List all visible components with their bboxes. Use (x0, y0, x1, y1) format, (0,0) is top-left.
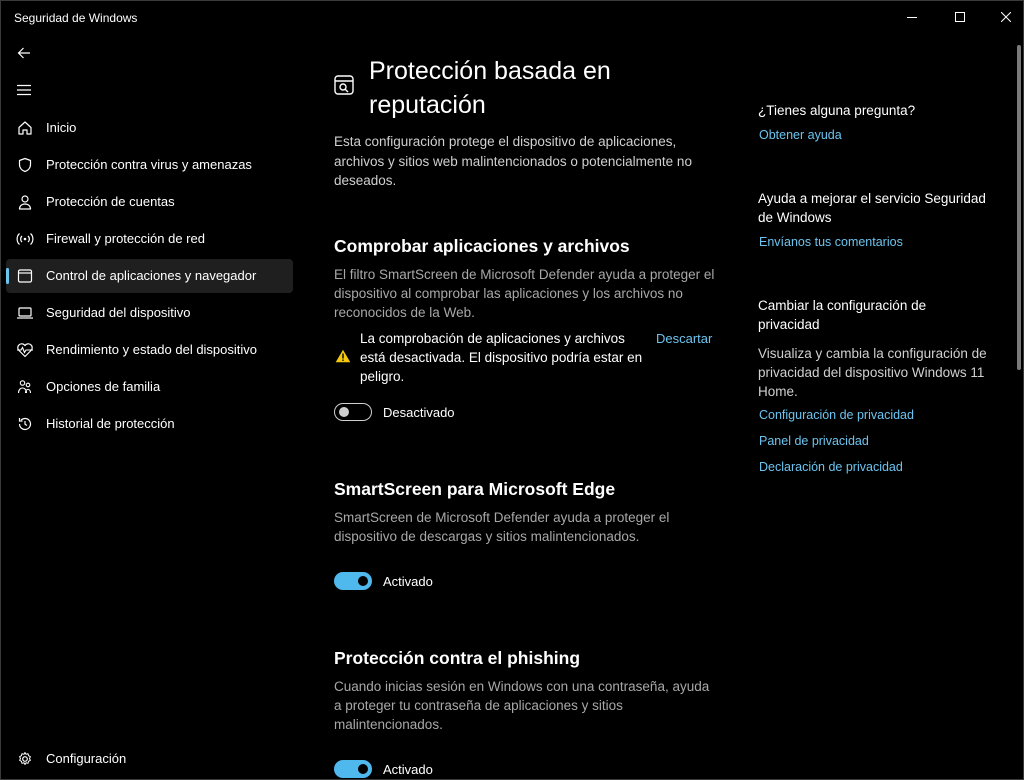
family-icon (16, 378, 34, 396)
heart-pulse-icon (16, 341, 34, 359)
selection-indicator (6, 268, 9, 284)
close-icon (1001, 12, 1011, 22)
page-intro: Esta configuración protege el dispositiv… (334, 134, 692, 188)
minimize-icon (907, 17, 917, 18)
sidebar-item-label: Rendimiento y estado del dispositivo (46, 342, 258, 357)
reputation-protection-icon (332, 73, 356, 97)
toggle-knob (339, 407, 349, 417)
warning-icon (335, 349, 351, 363)
person-icon (16, 193, 34, 211)
privacy-statement-link[interactable]: Declaración de privacidad (759, 460, 903, 474)
toggle-knob (358, 764, 368, 774)
sidebar-item-device-security[interactable]: Seguridad del dispositivo (6, 296, 293, 330)
maximize-icon (955, 12, 965, 22)
window-title: Seguridad de Windows (14, 11, 138, 25)
home-icon (16, 119, 34, 137)
toggle-state-label: Activado (383, 762, 433, 777)
app-file-check-toggle[interactable] (334, 403, 372, 421)
sidebar-item-label: Inicio (46, 120, 77, 135)
privacy-heading: Cambiar la configuración de privacidad (758, 298, 927, 332)
settings-label: Configuración (46, 751, 127, 766)
vertical-scrollbar[interactable] (1017, 45, 1021, 370)
back-arrow-icon (17, 47, 30, 59)
question-heading: ¿Tienes alguna pregunta? (758, 103, 916, 118)
close-button[interactable] (983, 1, 1023, 33)
sidebar-item-label: Historial de protección (46, 416, 175, 431)
sidebar-item-firewall[interactable]: Firewall y protección de red (6, 222, 293, 256)
app-window: Seguridad de Windows Inicio Protección c… (0, 0, 1024, 780)
toggle-knob (358, 576, 368, 586)
sidebar-item-account-protection[interactable]: Protección de cuentas (6, 185, 293, 219)
maximize-control[interactable] (937, 1, 983, 33)
section-title-app-file-check: Comprobar aplicaciones y archivos (334, 236, 630, 256)
sidebar-item-family-options[interactable]: Opciones de familia (6, 370, 293, 404)
sidebar-item-device-performance[interactable]: Rendimiento y estado del dispositivo (6, 333, 293, 367)
title-bar: Seguridad de Windows (1, 1, 1023, 33)
sidebar-item-label: Seguridad del dispositivo (46, 305, 191, 320)
phishing-protection-toggle[interactable] (334, 760, 372, 778)
sidebar-item-virus-protection[interactable]: Protección contra virus y amenazas (6, 148, 293, 182)
send-feedback-link[interactable]: Envíanos tus comentarios (759, 235, 903, 249)
section-description: El filtro SmartScreen de Microsoft Defen… (334, 267, 715, 320)
sidebar-item-label: Opciones de familia (46, 379, 161, 394)
app-browser-icon (16, 267, 34, 285)
page-title: Protección basada en reputación (369, 57, 611, 119)
sidebar-item-protection-history[interactable]: Historial de protección (6, 407, 293, 441)
smartscreen-edge-toggle[interactable] (334, 572, 372, 590)
gear-icon (16, 750, 34, 768)
section-title-phishing-protection: Protección contra el phishing (334, 648, 581, 668)
dismiss-link[interactable]: Descartar (656, 331, 712, 346)
improve-heading: Ayuda a mejorar el servicio Seguridad de… (758, 191, 986, 225)
section-title-smartscreen-edge: SmartScreen para Microsoft Edge (334, 479, 616, 499)
minimize-control[interactable] (889, 1, 935, 33)
laptop-icon (16, 304, 34, 322)
sidebar-item-app-browser-control[interactable]: Control de aplicaciones y navegador (6, 259, 293, 293)
sidebar-item-label: Protección de cuentas (46, 194, 175, 209)
section-description: Cuando inicias sesión en Windows con una… (334, 679, 710, 732)
privacy-dashboard-link[interactable]: Panel de privacidad (759, 434, 869, 448)
hamburger-icon (17, 84, 31, 96)
warning-message: La comprobación de aplicaciones y archiv… (360, 331, 643, 384)
menu-button[interactable] (9, 75, 39, 105)
privacy-description: Visualiza y cambia la configuración de p… (758, 346, 987, 399)
privacy-settings-link[interactable]: Configuración de privacidad (759, 408, 914, 422)
sidebar-item-home[interactable]: Inicio (6, 111, 293, 145)
wifi-antenna-icon (16, 230, 34, 248)
section-description: SmartScreen de Microsoft Defender ayuda … (334, 510, 670, 544)
sidebar-item-label: Protección contra virus y amenazas (46, 157, 252, 172)
sidebar-item-settings[interactable]: Configuración (6, 742, 293, 776)
back-button[interactable] (9, 38, 39, 68)
toggle-state-label: Activado (383, 574, 433, 589)
history-icon (16, 415, 34, 433)
toggle-state-label: Desactivado (383, 405, 455, 420)
shield-icon (16, 156, 34, 174)
sidebar-item-label: Control de aplicaciones y navegador (46, 268, 257, 283)
sidebar-item-label: Firewall y protección de red (46, 231, 205, 246)
get-help-link[interactable]: Obtener ayuda (759, 128, 842, 142)
